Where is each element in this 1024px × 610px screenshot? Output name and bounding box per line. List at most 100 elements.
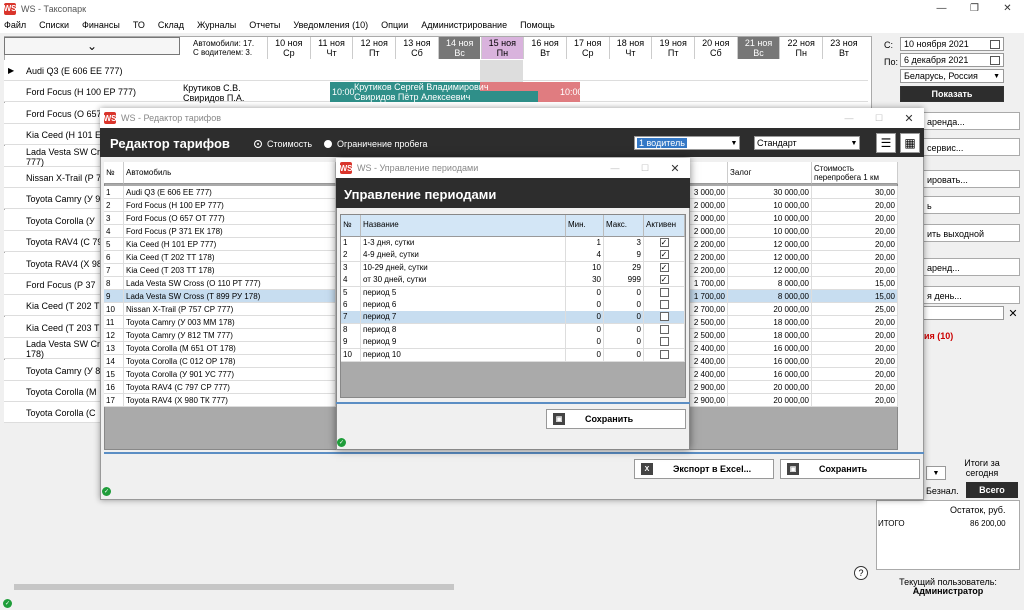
tariff-cell[interactable]: 20,00 xyxy=(812,225,898,238)
tariff-cell[interactable]: 18 000,00 xyxy=(728,329,812,342)
period-cell[interactable]: 3 xyxy=(604,237,644,250)
panel-action-button[interactable]: я день... xyxy=(912,286,1020,304)
period-active-cell[interactable]: ✓ xyxy=(644,261,685,275)
tariff-cell[interactable]: 25,00 xyxy=(812,303,898,316)
checkbox-unchecked-icon[interactable] xyxy=(659,312,669,322)
tariff-save-button[interactable]: ▣ Сохранить xyxy=(780,459,920,479)
period-cell[interactable]: 4 xyxy=(341,274,361,288)
menu-item[interactable]: Опции xyxy=(381,20,408,30)
tariff-cell[interactable]: 20,00 xyxy=(812,199,898,212)
period-name[interactable]: период 5 xyxy=(361,286,566,300)
period-cell[interactable]: 1 xyxy=(566,237,604,250)
period-cell[interactable]: 0 xyxy=(566,299,604,312)
tariff-car[interactable]: Nissan X-Trail (Р 757 СР 777) xyxy=(124,303,336,316)
tariff-cell[interactable]: 2 000,00 xyxy=(690,212,728,225)
tariff-cell[interactable]: 2 400,00 xyxy=(690,342,728,355)
radio-cost[interactable]: Стоимость xyxy=(254,139,312,149)
tariff-cell[interactable]: 10 000,00 xyxy=(728,199,812,212)
checkbox-checked-icon[interactable]: ✓ xyxy=(659,275,669,285)
tariff-cell[interactable]: 18 000,00 xyxy=(728,316,812,329)
period-name[interactable]: период 6 xyxy=(361,299,566,312)
restore-icon[interactable]: ☐ xyxy=(630,163,660,174)
period-name[interactable]: 4-9 дней, сутки xyxy=(361,249,566,263)
region-select[interactable]: Беларусь, Россия ▼ xyxy=(900,69,1004,83)
tariff-cell[interactable]: 6 xyxy=(104,251,124,264)
panel-action-button[interactable]: аренда... xyxy=(912,112,1020,130)
period-cell[interactable]: 29 xyxy=(604,261,644,275)
minimize-icon[interactable]: — xyxy=(600,163,630,173)
radio-mileage[interactable]: Ограничение пробега xyxy=(324,139,428,149)
tariff-car[interactable]: Kia Ceed (Т 203 ТТ 178) xyxy=(124,264,336,277)
menu-item[interactable]: Администрирование xyxy=(421,20,507,30)
period-name[interactable]: от 30 дней, сутки xyxy=(361,274,566,288)
period-active-cell[interactable]: ✓ xyxy=(644,237,685,250)
checkbox-unchecked-icon[interactable] xyxy=(659,287,669,297)
tariff-cell[interactable]: 2 900,00 xyxy=(690,381,728,394)
tariff-cell[interactable]: 20,00 xyxy=(812,212,898,225)
period-cell[interactable]: 9 xyxy=(604,249,644,263)
tariff-car[interactable]: Toyota Camry (У 812 ТМ 777) xyxy=(124,329,336,342)
period-active-cell[interactable] xyxy=(644,323,685,337)
period-cell[interactable]: 0 xyxy=(604,299,644,312)
period-active-cell[interactable] xyxy=(644,348,685,362)
tariff-car[interactable]: Audi Q3 (Е 606 ЕЕ 777) xyxy=(124,186,336,199)
panel-action-button[interactable]: аренд... xyxy=(912,258,1020,276)
tariff-cell[interactable]: 2 000,00 xyxy=(690,199,728,212)
period-cell[interactable]: 7 xyxy=(341,311,361,325)
tab-cashless[interactable]: Безнал. xyxy=(926,486,959,496)
menu-item[interactable]: Списки xyxy=(39,20,69,30)
tariff-cell[interactable]: 16 xyxy=(104,381,124,394)
tariff-cell[interactable]: 1 700,00 xyxy=(690,277,728,290)
from-date-picker[interactable]: 10 ноября 2021 xyxy=(900,37,1004,51)
tariff-cell[interactable]: 20,00 xyxy=(812,368,898,381)
checkbox-unchecked-icon[interactable] xyxy=(659,349,669,359)
period-cell[interactable]: 0 xyxy=(604,336,644,350)
tariff-car[interactable]: Lada Vesta SW Cross (О 110 РТ 777) xyxy=(124,277,336,290)
panel-search-input[interactable] xyxy=(920,306,1004,320)
tariff-cell[interactable]: 7 xyxy=(104,264,124,277)
tariff-cell[interactable]: 20 000,00 xyxy=(728,394,812,407)
period-cell[interactable]: 9 xyxy=(341,336,361,350)
tariff-cell[interactable]: 8 000,00 xyxy=(728,290,812,303)
tariff-cell[interactable]: 8 000,00 xyxy=(728,277,812,290)
calendar-icon[interactable] xyxy=(990,55,1000,65)
tariff-cell[interactable]: 2 400,00 xyxy=(690,355,728,368)
scrollbar-thumb[interactable] xyxy=(14,584,454,590)
drivers-select[interactable]: 1 водитель ▼ xyxy=(634,136,740,150)
close-icon[interactable]: ✕ xyxy=(991,0,1024,17)
tariff-cell[interactable]: 15,00 xyxy=(812,277,898,290)
period-cell[interactable]: 0 xyxy=(604,323,644,337)
tariff-cell[interactable]: 20,00 xyxy=(812,329,898,342)
checkbox-unchecked-icon[interactable] xyxy=(659,300,669,309)
period-cell[interactable]: 0 xyxy=(604,286,644,300)
tariff-cell[interactable]: 20 000,00 xyxy=(728,381,812,394)
tariff-cell[interactable]: 2 400,00 xyxy=(690,368,728,381)
tariff-cell[interactable]: 1 xyxy=(104,186,124,199)
period-active-cell[interactable] xyxy=(644,336,685,350)
period-cell[interactable]: 3 xyxy=(341,261,361,275)
tariff-cell[interactable]: 14 xyxy=(104,355,124,368)
plan-select[interactable]: Стандарт ▼ xyxy=(754,136,860,150)
tariff-cell[interactable]: 2 500,00 xyxy=(690,329,728,342)
period-active-cell[interactable] xyxy=(644,299,685,312)
show-button[interactable]: Показать xyxy=(900,86,1004,102)
menu-item[interactable]: Финансы xyxy=(82,20,120,30)
notifications-link[interactable]: ия (10) xyxy=(924,331,953,341)
menu-item[interactable]: Склад xyxy=(158,20,184,30)
tariff-car[interactable]: Lada Vesta SW Cross (Т 899 РУ 178) xyxy=(124,290,336,303)
period-name[interactable]: период 10 xyxy=(361,348,566,362)
tariff-cell[interactable]: 10 000,00 xyxy=(728,225,812,238)
period-cell[interactable]: 0 xyxy=(566,311,604,325)
restore-icon[interactable]: ❐ xyxy=(958,0,991,17)
panel-action-button[interactable]: ировать... xyxy=(912,170,1020,188)
tariff-cell[interactable]: 30,00 xyxy=(812,186,898,199)
tariff-cell[interactable]: 20,00 xyxy=(812,264,898,277)
periods-save-button[interactable]: ▣ Сохранить xyxy=(546,409,686,429)
collapse-button[interactable]: ⌄ xyxy=(4,37,180,55)
checkbox-unchecked-icon[interactable] xyxy=(659,324,669,334)
menu-item[interactable]: Помощь xyxy=(520,20,555,30)
tariff-cell[interactable]: 2 200,00 xyxy=(690,238,728,251)
period-cell[interactable]: 0 xyxy=(604,348,644,362)
minimize-icon[interactable]: — xyxy=(925,0,958,17)
period-active-cell[interactable] xyxy=(644,286,685,300)
